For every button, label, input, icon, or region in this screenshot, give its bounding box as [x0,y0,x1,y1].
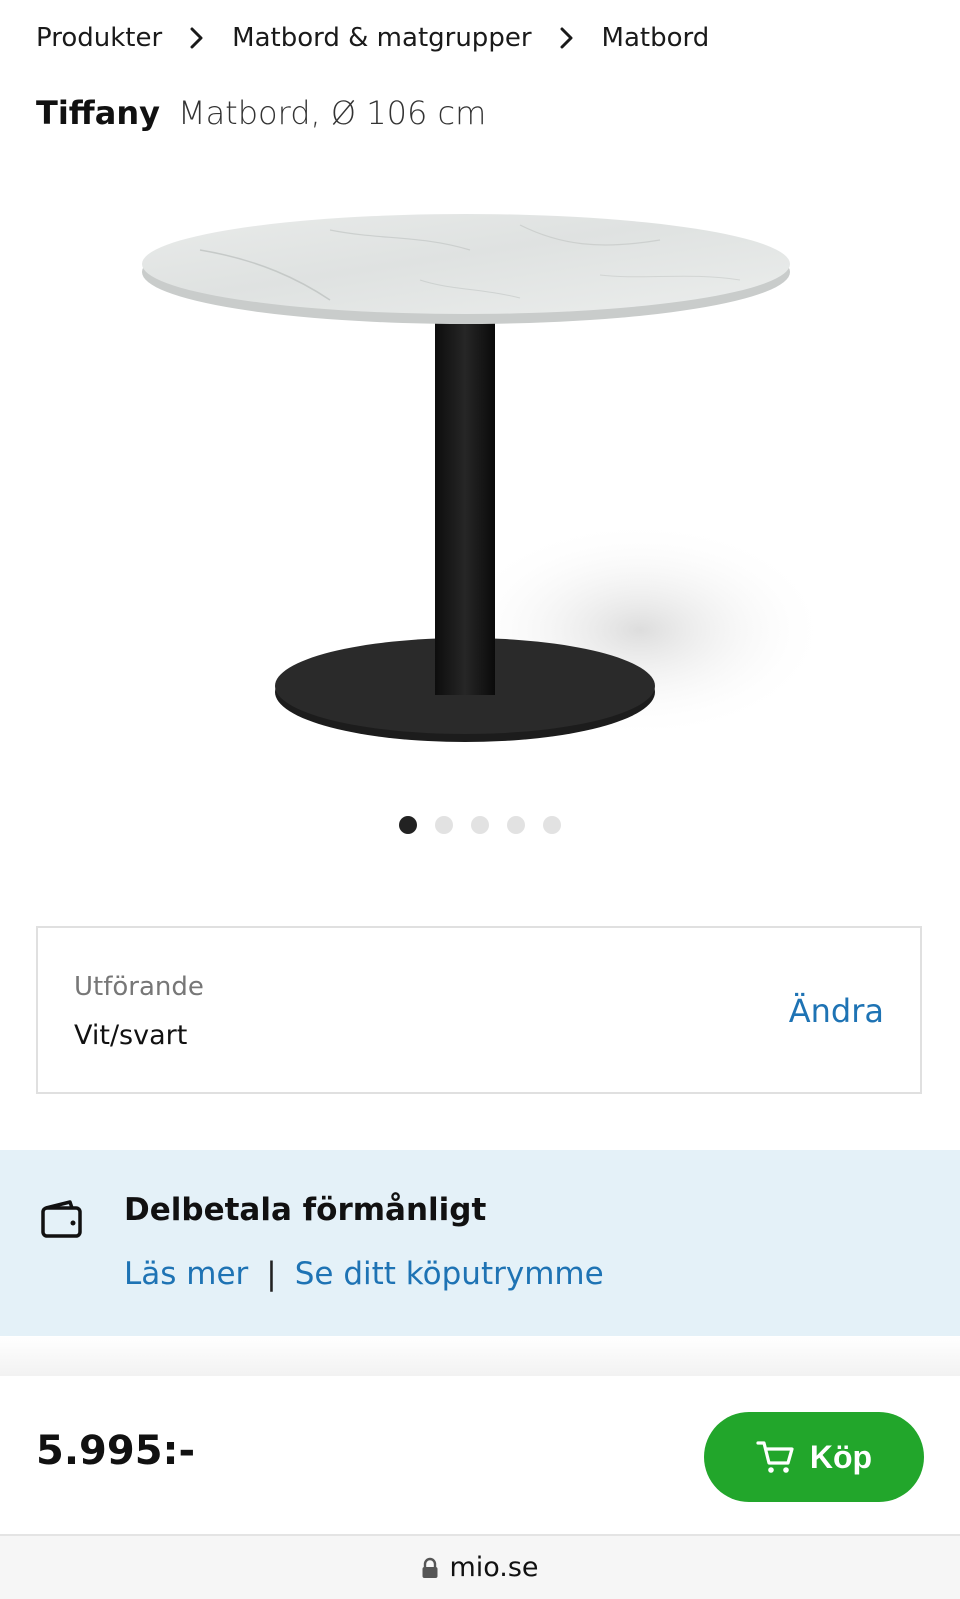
buy-button-label: Köp [809,1438,873,1475]
link-divider: | [266,1256,277,1292]
carousel-dot-5[interactable] [543,816,561,834]
change-variant-link[interactable]: Ändra [789,992,884,1030]
url-text: mio.se [449,1552,539,1583]
product-name: Tiffany [36,94,160,132]
wallet-icon [40,1198,84,1240]
lock-icon [421,1557,439,1579]
financing-title: Delbetala förmånligt [124,1192,487,1228]
financing-links: Läs mer | Se ditt köputrymme [124,1256,604,1292]
browser-url-bar[interactable]: mio.se [0,1536,960,1599]
breadcrumb-item-matbord[interactable]: Matbord [602,23,710,53]
chevron-right-icon [532,27,602,49]
section-divider [0,1336,960,1376]
product-title: Tiffany Matbord, Ø 106 cm [36,94,486,132]
carousel-dot-4[interactable] [507,816,525,834]
variant-label: Utförande [74,972,204,1002]
product-price: 5.995:- [36,1428,196,1474]
carousel-dot-3[interactable] [471,816,489,834]
product-image[interactable] [0,180,960,800]
cart-icon [756,1439,796,1475]
breadcrumb: Produkter Matbord & matgrupper Matbord [36,18,709,58]
image-carousel-dots [0,816,960,834]
carousel-dot-1[interactable] [399,816,417,834]
carousel-dot-2[interactable] [435,816,453,834]
read-more-link[interactable]: Läs mer [124,1256,248,1292]
variant-selector: Utförande Vit/svart Ändra [36,926,922,1094]
product-subtitle: Matbord, Ø 106 cm [177,94,487,132]
buy-button[interactable]: Köp [704,1412,924,1502]
financing-banner: Delbetala förmånligt Läs mer | Se ditt k… [0,1150,960,1336]
variant-value: Vit/svart [74,1020,188,1051]
chevron-right-icon [162,27,232,49]
breadcrumb-item-produkter[interactable]: Produkter [36,23,162,53]
breadcrumb-item-matbord-matgrupper[interactable]: Matbord & matgrupper [232,23,531,53]
buy-bar: 5.995:- Köp [0,1376,960,1536]
credit-limit-link[interactable]: Se ditt köputrymme [295,1256,604,1292]
